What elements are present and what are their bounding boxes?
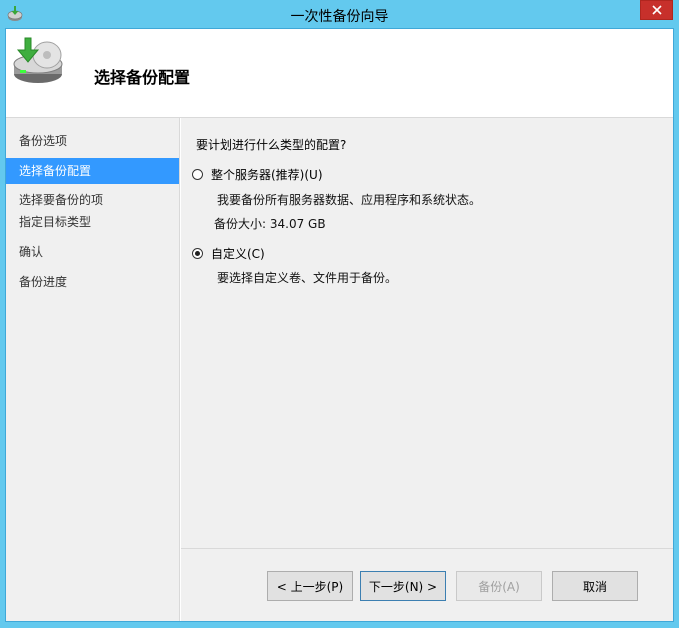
option-custom[interactable]: 自定义(C) [192,245,265,262]
close-icon [651,5,662,15]
wizard-client: 选择备份配置 备份选项 选择备份配置 选择要备份的项 指定目标类型 确认 备份进… [5,28,674,622]
backup-size-text: 备份大小: 34.07 GB [214,217,326,231]
nav-item-progress[interactable]: 备份进度 [6,269,179,295]
wizard-footer: < 上一步(P) 下一步(N) > 备份(A) 取消 [181,549,673,621]
cancel-button[interactable]: 取消 [552,571,638,601]
previous-button[interactable]: < 上一步(P) [267,571,353,601]
window-title: 一次性备份向导 [290,9,389,25]
radio-custom[interactable] [192,248,203,259]
next-button[interactable]: 下一步(N) > [360,571,446,601]
nav-item-destination-type[interactable]: 指定目标类型 [6,209,179,235]
nav-item-confirm[interactable]: 确认 [6,239,179,265]
nav-item-backup-options[interactable]: 备份选项 [6,128,179,154]
title-bar[interactable]: 一次性备份向导 [0,0,679,28]
nav-item-select-config[interactable]: 选择备份配置 [6,158,179,184]
option-full-server-label: 整个服务器(推荐)(U) [211,168,323,182]
wizard-header: 选择备份配置 [6,29,673,117]
option-full-server-description: 我要备份所有服务器数据、应用程序和系统状态。 [217,193,482,207]
config-question: 要计划进行什么类型的配置? [196,138,347,152]
backup-button: 备份(A) [456,571,542,601]
option-custom-description: 要选择自定义卷、文件用于备份。 [217,271,398,285]
option-full-server[interactable]: 整个服务器(推荐)(U) [192,166,323,183]
wizard-main: 要计划进行什么类型的配置? 整个服务器(推荐)(U) 我要备份所有服务器数据、应… [181,118,673,621]
wizard-window: 一次性备份向导 选择备份配置 备份选项 选择备份配置 选择要备份的项 指定目标类… [0,0,679,628]
close-button[interactable] [640,0,673,20]
page-title: 选择备份配置 [94,68,191,87]
wizard-steps-nav: 备份选项 选择备份配置 选择要备份的项 指定目标类型 确认 备份进度 [6,118,180,621]
option-custom-label: 自定义(C) [211,247,265,261]
backup-drive-icon [13,37,63,83]
radio-full-server[interactable] [192,169,203,180]
